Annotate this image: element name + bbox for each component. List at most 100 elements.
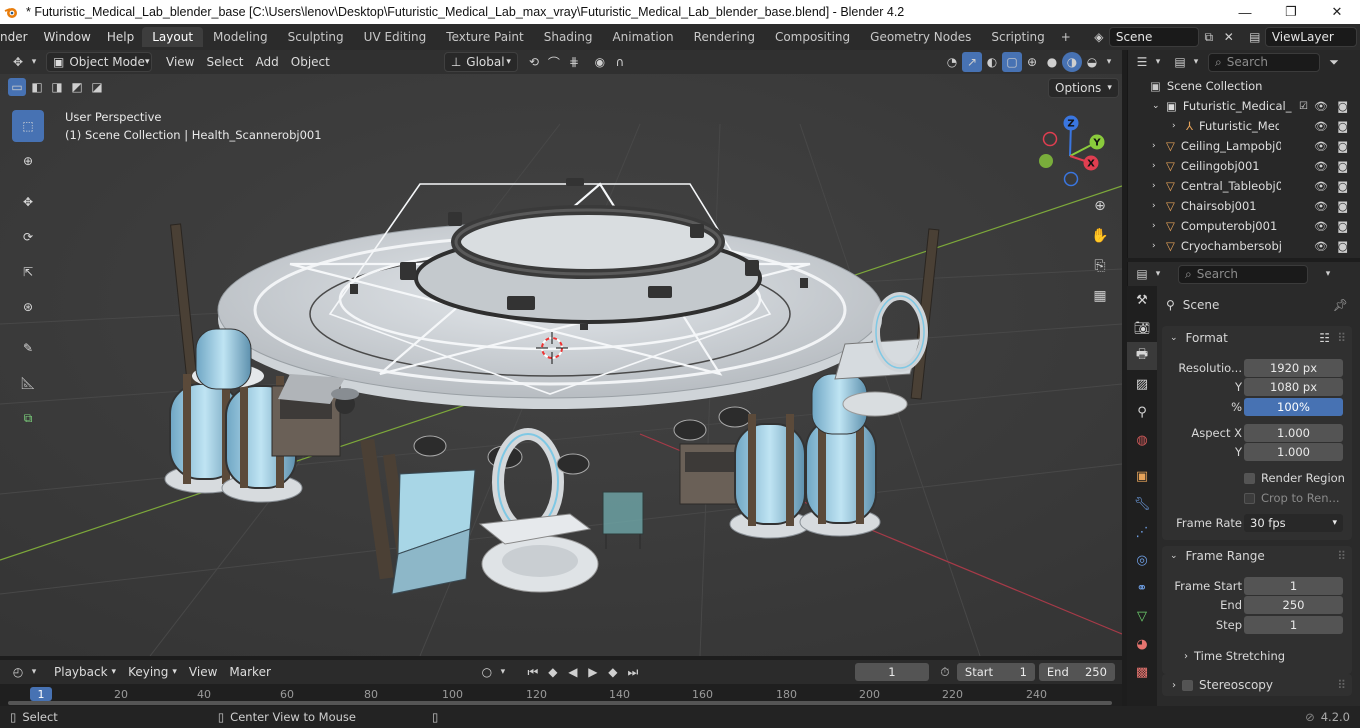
resolution-y-field[interactable]: 1080 px (1244, 378, 1343, 396)
pivot-icon[interactable]: ⟲ (524, 52, 544, 72)
navigation-gizmo[interactable]: Z Y X (1030, 114, 1110, 194)
tab-shading[interactable]: Shading (534, 27, 603, 47)
move-tool[interactable]: ✥ (12, 186, 44, 218)
tab-output[interactable]: 🖶︎ (1127, 342, 1157, 370)
tab-geometry-nodes[interactable]: Geometry Nodes (860, 27, 981, 47)
play-icon[interactable]: ▶ (583, 662, 603, 682)
scale-tool[interactable]: ⇱ (12, 256, 44, 288)
tab-texture-paint[interactable]: Texture Paint (436, 27, 533, 47)
format-panel-header[interactable]: ⌄ Format ☷ ⠿ (1162, 326, 1352, 350)
drag-handle-icon[interactable]: ⠿ (1337, 549, 1346, 563)
select-extend-icon[interactable]: ◧ (28, 78, 46, 96)
tab-layout[interactable]: Layout (142, 27, 204, 47)
select-invert-icon[interactable]: ◩ (68, 78, 86, 96)
editor-type-icon[interactable]: ✥ (8, 52, 28, 72)
camera-icon[interactable]: ◙ (1337, 100, 1348, 113)
aspect-x-field[interactable]: 1.000 (1244, 424, 1343, 442)
wireframe-shading-icon[interactable]: ⊕ (1022, 52, 1042, 72)
tab-rendering[interactable]: Rendering (684, 27, 765, 47)
tab-sculpting[interactable]: Sculpting (278, 27, 354, 47)
eye-icon[interactable]: 👁︎ (1314, 200, 1328, 213)
next-keyframe-icon[interactable]: ◆ (603, 662, 623, 682)
menu-view[interactable]: View (160, 52, 200, 72)
stereoscopy-panel[interactable]: › Stereoscopy ⠿ (1162, 674, 1352, 696)
snap-icon[interactable]: ⌒ (544, 52, 564, 72)
menu-window[interactable]: Window (36, 30, 99, 44)
end-frame-field[interactable]: End 250 (1038, 663, 1115, 681)
minimize-button[interactable]: — (1222, 0, 1268, 24)
visibility-icon[interactable]: ◔ (942, 52, 962, 72)
pin-icon[interactable]: 📌︎ (1333, 298, 1348, 312)
time-stretching-subpanel[interactable]: › Time Stretching (1184, 646, 1344, 666)
rendered-shading-icon[interactable]: ◒ (1082, 52, 1102, 72)
tab-render[interactable]: 📷︎ (1127, 314, 1157, 342)
render-region-checkbox[interactable]: Render Region (1244, 468, 1352, 488)
viewlayer-selector[interactable]: ViewLayer (1264, 27, 1357, 47)
outliner-row[interactable]: › ⅄ Futuristic_Medi 👁︎ ◙ (1128, 116, 1360, 136)
transform-orientation[interactable]: ⊥ Global ▾ (443, 52, 518, 72)
timeline-ruler[interactable]: 1 20 40 60 80 100 120 140 160 180 200 22… (0, 684, 1122, 706)
outliner-editor-icon[interactable]: ☰ (1132, 52, 1152, 72)
display-mode-icon[interactable]: ▤ (1170, 52, 1190, 72)
tab-texture[interactable]: ▩ (1127, 658, 1157, 686)
3d-viewport[interactable]: User Perspective (1) Scene Collection | … (0, 74, 1122, 656)
add-cube-tool[interactable]: ⧉ (12, 402, 44, 434)
properties-search-input[interactable]: ⌕ Search (1178, 264, 1308, 284)
tab-tool[interactable]: ⚒ (1127, 286, 1157, 314)
chevron-down-icon[interactable]: ▾ (28, 52, 40, 72)
new-scene-icon[interactable]: ⧉ (1199, 27, 1219, 47)
camera-icon[interactable]: ◙ (1337, 160, 1348, 173)
outliner-row[interactable]: › ▽ Chairsobj001 👁︎ ◙ (1128, 196, 1360, 216)
add-workspace-button[interactable]: + (1055, 27, 1077, 47)
rotate-tool[interactable]: ⟳ (12, 221, 44, 253)
solid-shading-icon[interactable]: ● (1042, 52, 1062, 72)
tab-particles[interactable]: ⋰ (1127, 518, 1157, 546)
tab-world[interactable]: ◍ (1127, 426, 1157, 454)
measure-tool[interactable]: 📐︎ (12, 367, 44, 399)
timeline-scrollbar[interactable] (8, 701, 1112, 705)
tab-scripting[interactable]: Scripting (981, 27, 1054, 47)
menu-timeline-view[interactable]: View (183, 662, 223, 682)
eye-icon[interactable]: 👁︎ (1314, 120, 1328, 133)
tab-compositing[interactable]: Compositing (765, 27, 860, 47)
menu-playback[interactable]: Playback ▾ (48, 662, 122, 682)
frame-end-field[interactable]: 250 (1244, 596, 1343, 614)
annotate-tool[interactable]: ✎ (12, 332, 44, 364)
eye-icon[interactable]: 👁︎ (1314, 220, 1328, 233)
outliner-row[interactable]: ⌄ ▣ Futuristic_Medical_ ☑ 👁︎ ◙ (1128, 96, 1360, 116)
tab-uv-editing[interactable]: UV Editing (354, 27, 437, 47)
outliner-search-input[interactable]: ⌕ Search (1208, 52, 1320, 72)
select-subtract-icon[interactable]: ◨ (48, 78, 66, 96)
cursor-tool[interactable]: ⊕ (12, 145, 44, 177)
pan-hand-icon[interactable]: ✋ (1088, 224, 1112, 248)
current-frame-field[interactable]: 1 (854, 663, 929, 681)
select-new-icon[interactable]: ▭ (8, 78, 26, 96)
start-frame-field[interactable]: Start 1 (956, 663, 1035, 681)
expand-right-icon[interactable]: › (1152, 161, 1166, 171)
tab-data[interactable]: ▽ (1127, 602, 1157, 630)
eye-icon[interactable]: 👁︎ (1314, 160, 1328, 173)
outliner-row[interactable]: › ▽ Cryochambersobj0 👁︎ ◙ (1128, 236, 1360, 256)
play-reverse-icon[interactable]: ◀ (563, 662, 583, 682)
checkbox-icon[interactable] (1182, 679, 1193, 691)
tab-physics[interactable]: ◎ (1127, 546, 1157, 574)
expand-right-icon[interactable]: › (1152, 241, 1166, 251)
frame-rate-dropdown[interactable]: 30 fps ▾ (1244, 514, 1343, 532)
chevron-down-icon[interactable]: ▾ (1102, 52, 1116, 72)
drag-handle-icon[interactable]: ⠿ (1337, 678, 1346, 692)
outliner-row[interactable]: › ▽ Ceilingobj001 👁︎ ◙ (1128, 156, 1360, 176)
tab-modeling[interactable]: Modeling (203, 27, 278, 47)
aspect-y-field[interactable]: 1.000 (1244, 443, 1343, 461)
menu-add[interactable]: Add (250, 52, 285, 72)
chevron-down-icon[interactable]: ▾ (1152, 264, 1164, 284)
outliner-row[interactable]: › ▽ Ceiling_Lampobj00 👁︎ ◙ (1128, 136, 1360, 156)
tab-view-layer[interactable]: ▨ (1127, 370, 1157, 398)
zoom-icon[interactable]: ⊕ (1088, 194, 1112, 218)
tab-animation[interactable]: Animation (602, 27, 683, 47)
chevron-down-icon[interactable]: ▾ (497, 662, 509, 682)
camera-icon[interactable]: ◙ (1337, 180, 1348, 193)
material-shading-icon[interactable]: ◑ (1062, 52, 1082, 72)
delete-scene-icon[interactable]: ✕ (1219, 27, 1239, 47)
playhead[interactable]: 1 (30, 687, 52, 701)
transform-tool[interactable]: ⊛ (12, 291, 44, 323)
